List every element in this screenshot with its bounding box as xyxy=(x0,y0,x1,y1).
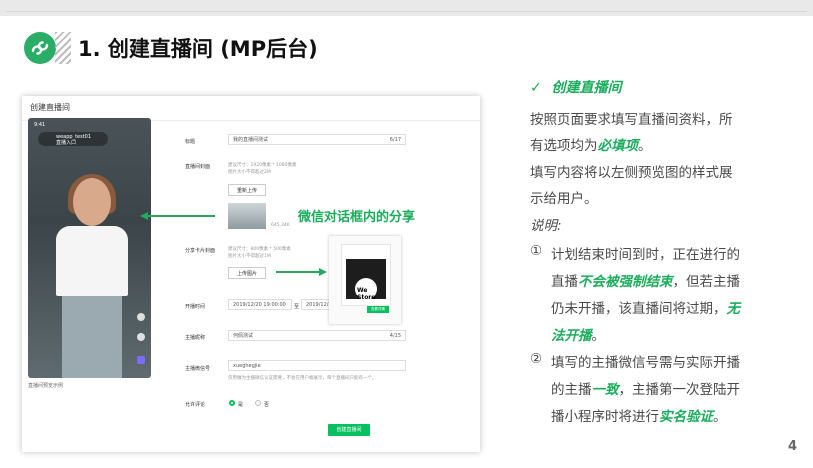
arrow-to-share xyxy=(276,271,320,273)
share-hint-1: 建议尺寸：800像素 * 500像素 xyxy=(228,247,291,252)
wechat-hint: 仅用做为主播微信认证需要，不会在用户端展示，每个直播间只能有一个。 xyxy=(228,376,377,381)
radio-no[interactable] xyxy=(255,400,261,406)
slide: 1. 创建直播间 (MP后台) 创建直播间 9:41 weapp_test01 … xyxy=(0,0,813,468)
para2-line1: 填写内容将以左侧预览图的样式展 xyxy=(530,165,733,181)
para1-line1: 按照页面要求填写直播间资料，所 xyxy=(530,112,733,128)
page-number: 4 xyxy=(788,439,798,454)
option-no-label: 否 xyxy=(264,402,270,408)
status-time: 9:41 xyxy=(34,122,46,128)
option-yes-label: 是 xyxy=(238,402,244,408)
para2-line2: 示给用户。 xyxy=(530,191,598,207)
note2-line2: 的主播一致，主播第一次登陆开 xyxy=(551,382,740,398)
phone-preview: 9:41 weapp_test01 直播入口 xyxy=(28,118,151,378)
host-input[interactable]: 何佩测试 4/15 xyxy=(228,330,406,341)
note1-line3: 仍未开播，该直播间将过期，无 xyxy=(551,301,740,317)
check-icon: ✓ xyxy=(530,80,542,96)
note1-line4: 法开播。 xyxy=(551,328,605,344)
phone-caption: 直播间预览示例 xyxy=(28,383,64,389)
share-hint-2: 图片大小不得超过1M xyxy=(228,254,271,259)
mini-program-logo-icon xyxy=(24,32,56,64)
note-label: 说明: xyxy=(530,218,562,234)
section-heading: ✓ 创建直播间 xyxy=(530,80,622,96)
arrow-head-right xyxy=(319,268,327,276)
we-store-text: We Store xyxy=(357,287,376,301)
share-cover-label: 分享卡片封面 xyxy=(185,248,216,254)
cover-upload-button[interactable]: 重新上传 xyxy=(228,184,266,196)
time-label: 开播时间 xyxy=(185,304,206,310)
like-icon xyxy=(137,313,145,321)
cover-hint-2: 图片大小不得超过2M xyxy=(228,170,271,175)
note2-line3: 播小程序时将进行实名验证。 xyxy=(551,409,727,425)
review-label: 允许评论 xyxy=(185,402,206,408)
start-time-input[interactable]: 2019/12/20 19:00:00 xyxy=(228,299,292,310)
host-label: 主播昵称 xyxy=(185,335,206,341)
slide-title: 1. 创建直播间 (MP后台) xyxy=(78,37,318,61)
share-callout: 微信对话框内的分享 xyxy=(298,210,416,225)
top-band xyxy=(0,0,813,16)
title-label: 标题 xyxy=(185,139,196,145)
cover-size: 645.34K xyxy=(271,223,290,228)
cover-hint-1: 建议尺寸：1920像素 * 1080像素 xyxy=(228,163,297,168)
window-title: 创建直播间 xyxy=(30,103,70,112)
note1-line1: 计划结束时间到时，正在进行的 xyxy=(551,247,740,263)
cover-thumbnail xyxy=(228,203,266,229)
share-card-preview: We Store 查看详情 xyxy=(329,236,401,324)
para1-line2: 有选项均为必填项。 xyxy=(530,138,652,154)
comment-icon xyxy=(137,333,145,341)
account-sub: 直播入口 xyxy=(56,140,77,146)
create-live-room-button[interactable]: 创建直播间 xyxy=(328,424,370,436)
streamer-photo xyxy=(50,174,134,378)
decorative-stripes xyxy=(55,32,71,64)
note2-line1: 填写的主播微信号需与实际开播 xyxy=(551,355,740,371)
share-upload-button[interactable]: 上传图片 xyxy=(228,267,266,279)
account-info: weapp_test01 直播入口 xyxy=(56,134,91,146)
radio-yes[interactable] xyxy=(229,400,235,406)
time-separator: 至 xyxy=(294,304,300,310)
arrow-head-left xyxy=(140,212,148,220)
shop-icon xyxy=(137,356,145,364)
note1-line2: 直播不会被强制结束，但若主播 xyxy=(551,274,740,290)
wechat-label: 主播微信号 xyxy=(185,366,211,372)
note2-marker: ② xyxy=(530,351,543,367)
arrow-to-phone xyxy=(148,215,215,217)
cover-label: 直播间封面 xyxy=(185,164,211,170)
note1-marker: ① xyxy=(530,243,543,259)
title-input[interactable]: 我的直播间测试 6/17 xyxy=(228,134,406,145)
wechat-input[interactable]: xueghegjie xyxy=(228,360,406,371)
share-card-button: 查看详情 xyxy=(367,306,389,313)
